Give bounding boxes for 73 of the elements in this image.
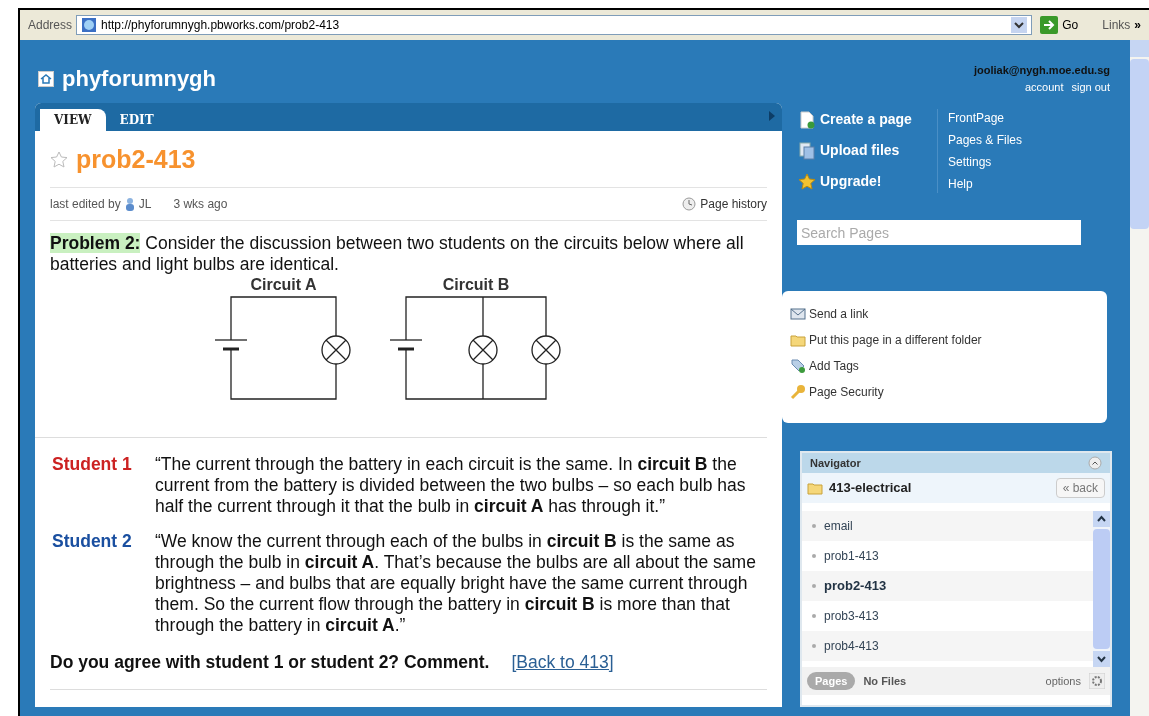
back-button[interactable]: « back — [1055, 478, 1105, 498]
action-link[interactable]: Create a page — [798, 109, 925, 130]
back-link[interactable]: [Back to 413] — [511, 648, 614, 675]
folder-icon — [790, 332, 806, 348]
bullet-icon — [812, 644, 816, 648]
circuit-label: Circuit A — [250, 274, 317, 295]
arrow-right-icon — [1040, 16, 1059, 34]
tag-icon — [790, 358, 806, 374]
navigator-title: Navigator — [810, 455, 861, 471]
user-email: jooliak@nygh.moe.edu.sg — [973, 63, 1110, 78]
navigator-item[interactable]: prob2-413 — [802, 571, 1093, 601]
page-history-link[interactable]: Page history — [700, 194, 767, 213]
edited-by-label: last edited by — [50, 195, 121, 213]
student-label: Student 1 — [51, 453, 133, 476]
navigator-item[interactable]: email — [802, 511, 1093, 541]
files-icon — [798, 141, 816, 160]
home-icon[interactable] — [38, 70, 54, 87]
folder-title: 413-electrical — [829, 479, 912, 498]
address-label: Address — [28, 17, 73, 34]
page-icon — [81, 17, 98, 33]
menu-link[interactable]: Pages & Files — [948, 131, 1023, 149]
menu-link[interactable]: Help — [948, 175, 1023, 193]
account-link[interactable]: account — [1024, 78, 1064, 95]
clock-icon — [682, 196, 697, 211]
menu-link[interactable]: Settings — [948, 153, 1023, 171]
expand-arrow-icon[interactable] — [768, 111, 776, 121]
scroll-down-icon[interactable] — [1093, 651, 1110, 667]
menu-link[interactable]: FrontPage — [948, 109, 1023, 127]
bullet-icon — [812, 584, 816, 588]
page-tool-link[interactable]: Page Security — [790, 383, 1107, 401]
action-link[interactable]: Upload files — [798, 140, 925, 161]
student-label: Student 2 — [51, 530, 133, 553]
url-field[interactable]: http://phyforumnygh.pbworks.com/prob2-413 — [76, 15, 1033, 35]
tab[interactable]: VIEW — [40, 109, 106, 131]
page-title: prob2-413 — [76, 144, 196, 175]
tab[interactable]: EDIT — [105, 109, 168, 131]
sign-out-link[interactable]: sign out — [1071, 78, 1110, 95]
go-button[interactable]: Go — [1036, 16, 1083, 34]
page-scrollbar[interactable] — [1130, 40, 1149, 716]
page-tool-link[interactable]: Send a link — [790, 305, 1107, 323]
problem-text: Problem 2: Consider the discussion between two students on the circuits below where all batteries and light bulbs are identical. — [50, 232, 745, 275]
key-icon — [790, 384, 806, 400]
dropdown-icon[interactable] — [1011, 17, 1028, 33]
bullet-icon — [812, 554, 816, 558]
edited-time: 3 wks ago — [173, 195, 228, 213]
envelope-icon — [790, 306, 806, 322]
site-title[interactable]: phyforumnygh — [62, 62, 216, 95]
options-label: options — [1045, 673, 1081, 689]
page-add-icon — [798, 110, 816, 129]
star-outline-icon[interactable] — [50, 150, 68, 169]
folder-icon — [807, 480, 823, 496]
bullet-icon — [812, 524, 816, 528]
bullet-icon — [812, 614, 816, 618]
navigator-item[interactable]: prob4-413 — [802, 631, 1093, 661]
scrollbar[interactable] — [1093, 511, 1110, 667]
page-tool-link[interactable]: Put this page in a different folder — [790, 331, 1107, 349]
action-link[interactable]: Upgrade! — [798, 171, 925, 192]
collapse-icon[interactable] — [1088, 456, 1102, 470]
files-tab[interactable]: No Files — [863, 672, 907, 690]
question-text: Do you agree with student 1 or student 2? Comment. — [50, 650, 490, 674]
url-text: http://phyforumnygh.pbworks.com/prob2-413 — [101, 17, 341, 34]
student-statement: “We know the current through each of the bulbs in circuit B is the same as through the bulb in circuit A. That’s because the bulbs are all about the same brightness – and bulbs that are equally bright have the same current through them. So the current flow through the battery in circuit B is more than that through the battery in circuit A.” — [155, 530, 757, 636]
page-tool-link[interactable]: Add Tags — [790, 357, 1107, 375]
user-icon — [124, 196, 135, 211]
settings-icon[interactable] — [1089, 673, 1105, 689]
circuit-label: Circuit B — [442, 274, 510, 295]
author-link[interactable]: JL — [138, 194, 152, 213]
student-statement: “The current through the battery in each circuit is the same. In circuit B the current from the battery is divided between the two bulbs – so each bulb has half the current through it that the bulb in circuit A has through it.” — [155, 453, 747, 517]
star-icon — [798, 172, 816, 191]
search-field[interactable]: Search Pages — [797, 220, 1081, 245]
more-chevron[interactable]: » — [1134, 16, 1141, 34]
scroll-up-icon[interactable] — [1093, 511, 1110, 527]
links-label[interactable]: Links — [1102, 16, 1131, 34]
